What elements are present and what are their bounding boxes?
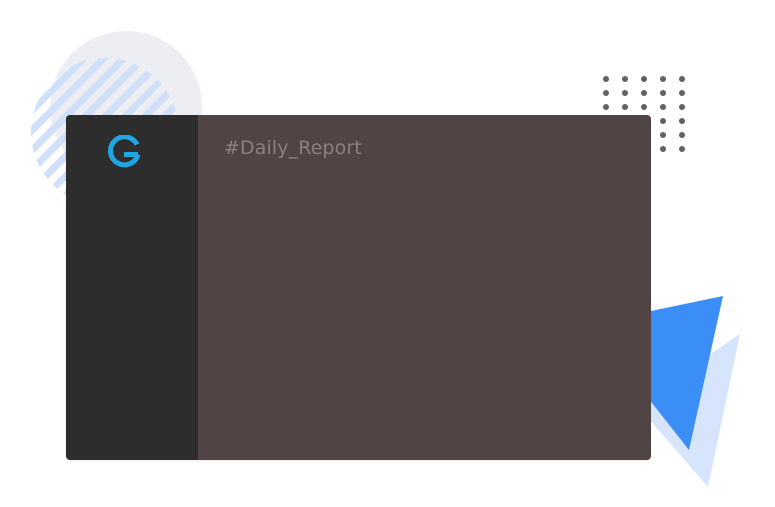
decorative-dot [679,118,685,124]
g-logo-icon[interactable] [106,135,142,171]
decorative-dot [660,146,666,152]
screenshot-stage: #Daily_Report [0,0,775,507]
decorative-dot [641,90,647,96]
decorative-dot [679,146,685,152]
channel-content: #Daily_Report [198,115,651,460]
decorative-dot [679,132,685,138]
decorative-dot [660,118,666,124]
app-window: #Daily_Report [66,115,651,460]
decorative-dot [622,104,628,110]
decorative-dot [603,76,609,82]
decorative-dot [660,76,666,82]
decorative-dot [603,90,609,96]
sidebar [66,115,198,460]
decorative-dot [641,104,647,110]
decorative-dot [641,76,647,82]
decorative-dot [679,90,685,96]
decorative-dot [660,104,666,110]
channel-title: #Daily_Report [224,137,362,159]
decorative-dot [622,76,628,82]
decorative-dot [679,104,685,110]
decorative-dot [660,132,666,138]
decorative-dot [622,90,628,96]
decorative-dot [603,104,609,110]
decorative-dot [679,76,685,82]
decorative-dot [660,90,666,96]
